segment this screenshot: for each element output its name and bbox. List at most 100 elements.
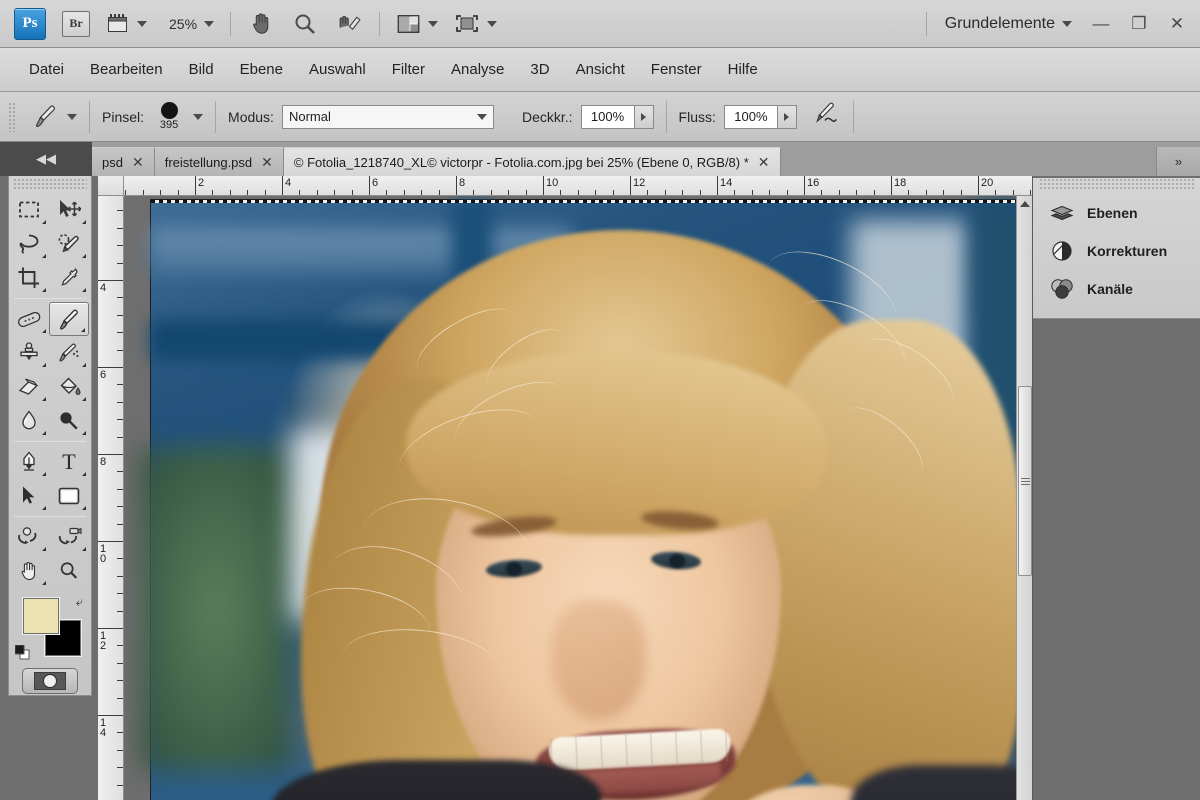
restore-button[interactable]: ❐ bbox=[1130, 14, 1148, 34]
options-bar-grip[interactable] bbox=[8, 101, 16, 132]
menu-item-filter[interactable]: Filter bbox=[379, 57, 438, 82]
ruler-h-label: 10 bbox=[546, 177, 559, 189]
menu-item-analyse[interactable]: Analyse bbox=[438, 57, 517, 82]
document-tab-3-close-icon[interactable]: ✕ bbox=[758, 154, 770, 171]
vertical-ruler[interactable]: 4 6 8 10 12 14 bbox=[98, 196, 124, 800]
tool-type[interactable]: T bbox=[49, 445, 89, 479]
tool-lasso[interactable] bbox=[9, 227, 49, 261]
opacity-slider-button[interactable] bbox=[634, 104, 654, 129]
document-image[interactable] bbox=[141, 199, 1032, 800]
tools-panel-grip[interactable] bbox=[13, 178, 87, 190]
zoom-tool-button[interactable] bbox=[291, 10, 319, 38]
tool-crop[interactable] bbox=[9, 261, 49, 295]
workspace-switcher[interactable]: Grundelemente bbox=[927, 15, 1072, 33]
document-tab-1-close-icon[interactable]: ✕ bbox=[132, 154, 144, 171]
tab-overflow-button[interactable]: » bbox=[1156, 147, 1200, 176]
zoom-level-control[interactable]: 25% bbox=[147, 16, 215, 32]
ruler-v-label: 8 bbox=[100, 456, 107, 468]
type-tool-icon: T bbox=[62, 449, 76, 474]
arrange-documents-button[interactable] bbox=[396, 10, 439, 38]
dock-grip[interactable] bbox=[1039, 178, 1195, 190]
blend-mode-caret bbox=[476, 113, 487, 120]
close-button[interactable]: ✕ bbox=[1168, 14, 1186, 34]
opacity-control[interactable]: 100% bbox=[580, 104, 654, 129]
view-extras-button[interactable] bbox=[106, 10, 147, 38]
ruler-h-label: 14 bbox=[720, 177, 733, 189]
menu-item-3d[interactable]: 3D bbox=[517, 57, 562, 82]
quick-mask-button[interactable] bbox=[22, 668, 78, 694]
rotate-view-button[interactable] bbox=[335, 10, 363, 38]
menu-item-ebene[interactable]: Ebene bbox=[227, 57, 296, 82]
flow-slider-button[interactable] bbox=[777, 104, 797, 129]
tool-rectangle-shape[interactable] bbox=[49, 479, 89, 513]
tool-dodge[interactable] bbox=[49, 404, 89, 438]
scrollbar-thumb[interactable] bbox=[1018, 386, 1032, 576]
tool-rectangular-marquee[interactable] bbox=[9, 193, 49, 227]
brush-picker[interactable]: 395 bbox=[152, 102, 204, 131]
tool-eyedropper[interactable] bbox=[49, 261, 89, 295]
tool-blur[interactable] bbox=[9, 404, 49, 438]
menu-item-fenster[interactable]: Fenster bbox=[638, 57, 715, 82]
view-extras-caret bbox=[137, 20, 147, 27]
menu-item-auswahl[interactable]: Auswahl bbox=[296, 57, 379, 82]
screen-mode-button[interactable] bbox=[454, 10, 498, 38]
tool-eraser[interactable] bbox=[9, 370, 49, 404]
menu-item-hilfe[interactable]: Hilfe bbox=[715, 57, 771, 82]
scroll-up-arrow[interactable] bbox=[1017, 196, 1033, 212]
photoshop-logo[interactable]: Ps bbox=[14, 7, 46, 40]
tool-brush[interactable] bbox=[49, 302, 89, 336]
document-tab-2[interactable]: freistellung.psd ✕ bbox=[154, 147, 284, 176]
tool-hand[interactable] bbox=[9, 554, 49, 588]
horizontal-ruler[interactable]: 2 4 6 8 10 12 14 16 18 20 bbox=[124, 176, 1032, 196]
flow-control[interactable]: 100% bbox=[723, 104, 797, 129]
document-tab-3[interactable]: © Fotolia_1218740_XL© victorpr - Fotolia… bbox=[283, 147, 781, 176]
menu-item-ansicht[interactable]: Ansicht bbox=[563, 57, 638, 82]
hand-icon bbox=[252, 13, 268, 34]
airbrush-toggle-button[interactable] bbox=[811, 101, 841, 132]
ruler-corner[interactable] bbox=[98, 176, 124, 196]
panel-button-korrekturen[interactable]: Korrekturen bbox=[1033, 232, 1200, 270]
opacity-value[interactable]: 100% bbox=[580, 104, 635, 129]
ruler-h-label: 2 bbox=[198, 177, 205, 189]
tool-quick-selection[interactable] bbox=[49, 227, 89, 261]
tool-zoom[interactable] bbox=[49, 554, 89, 588]
history-brush-icon bbox=[59, 343, 79, 362]
document-tab-1[interactable]: psd ✕ bbox=[92, 147, 155, 176]
flow-value[interactable]: 100% bbox=[723, 104, 778, 129]
tool-pen[interactable] bbox=[9, 445, 49, 479]
ruler-h-label: 20 bbox=[981, 177, 994, 189]
foreground-color-swatch[interactable] bbox=[23, 598, 59, 634]
tool-healing-brush[interactable] bbox=[9, 302, 49, 336]
panel-button-kanaele[interactable]: Kanäle bbox=[1033, 270, 1200, 308]
tool-3d-object-rotate[interactable] bbox=[9, 520, 49, 554]
collapse-to-icons-button[interactable]: ◀◀ bbox=[0, 142, 92, 176]
panel-label-ebenen: Ebenen bbox=[1087, 205, 1138, 221]
clone-stamp-icon bbox=[20, 342, 38, 361]
vertical-scrollbar[interactable] bbox=[1016, 196, 1032, 800]
divider bbox=[215, 100, 217, 133]
menu-item-datei[interactable]: Datei bbox=[16, 57, 77, 82]
tool-paint-bucket[interactable] bbox=[49, 370, 89, 404]
menu-item-bearbeiten[interactable]: Bearbeiten bbox=[77, 57, 176, 82]
default-colors-icon[interactable] bbox=[15, 645, 30, 660]
brush-preview: 395 bbox=[152, 102, 186, 131]
canvas-area[interactable] bbox=[124, 196, 1032, 800]
tool-3d-camera-rotate[interactable] bbox=[49, 520, 89, 554]
tool-history-brush[interactable] bbox=[49, 336, 89, 370]
tool-move[interactable] bbox=[49, 193, 89, 227]
tool-path-selection[interactable] bbox=[9, 479, 49, 513]
swap-colors-icon[interactable]: ⤶ bbox=[76, 594, 83, 610]
document-tab-2-close-icon[interactable]: ✕ bbox=[261, 154, 273, 171]
minimize-button[interactable]: — bbox=[1092, 14, 1110, 34]
pen-tool-icon bbox=[23, 451, 35, 471]
current-tool-preset[interactable] bbox=[32, 103, 77, 131]
scrollbar-thumb-grip bbox=[1020, 477, 1030, 485]
tool-divider bbox=[14, 441, 86, 442]
launch-bridge-button[interactable]: Br bbox=[62, 10, 90, 38]
panel-button-ebenen[interactable]: Ebenen bbox=[1033, 194, 1200, 232]
tool-clone-stamp[interactable] bbox=[9, 336, 49, 370]
hand-tool-button[interactable] bbox=[247, 10, 275, 38]
eraser-icon bbox=[18, 378, 39, 395]
menu-item-bild[interactable]: Bild bbox=[176, 57, 227, 82]
blend-mode-select[interactable]: Normal bbox=[281, 104, 494, 129]
